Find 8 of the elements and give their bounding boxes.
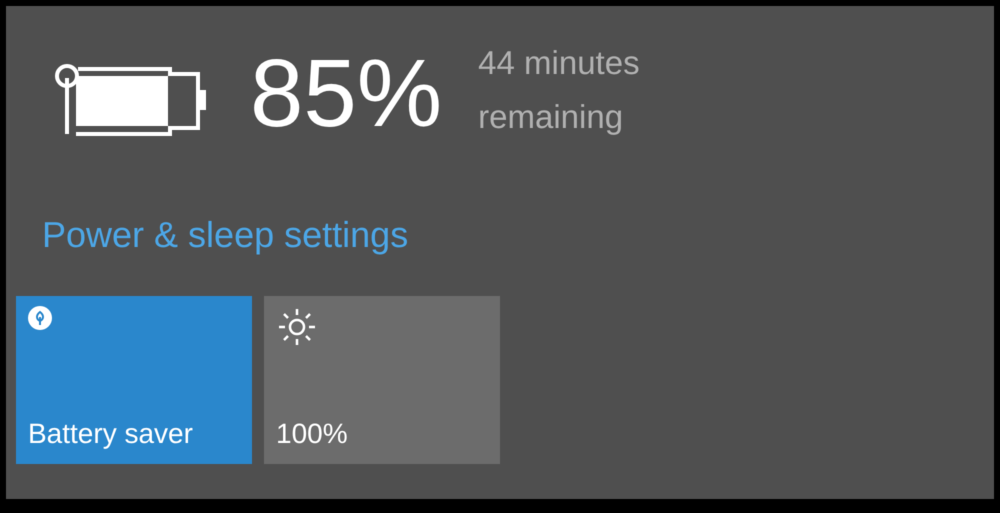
quick-action-tile[interactable]: 100% bbox=[264, 296, 500, 464]
battery-percentage: 85% bbox=[250, 46, 442, 142]
quick-action-tile[interactable]: Battery saver bbox=[16, 296, 252, 464]
time-remaining: 44 minutes bbox=[478, 43, 640, 83]
power-settings-link[interactable]: Power & sleep settings bbox=[42, 214, 408, 256]
time-remaining: remaining bbox=[478, 97, 624, 137]
sun-icon bbox=[276, 306, 318, 348]
leaf-icon bbox=[28, 306, 52, 330]
